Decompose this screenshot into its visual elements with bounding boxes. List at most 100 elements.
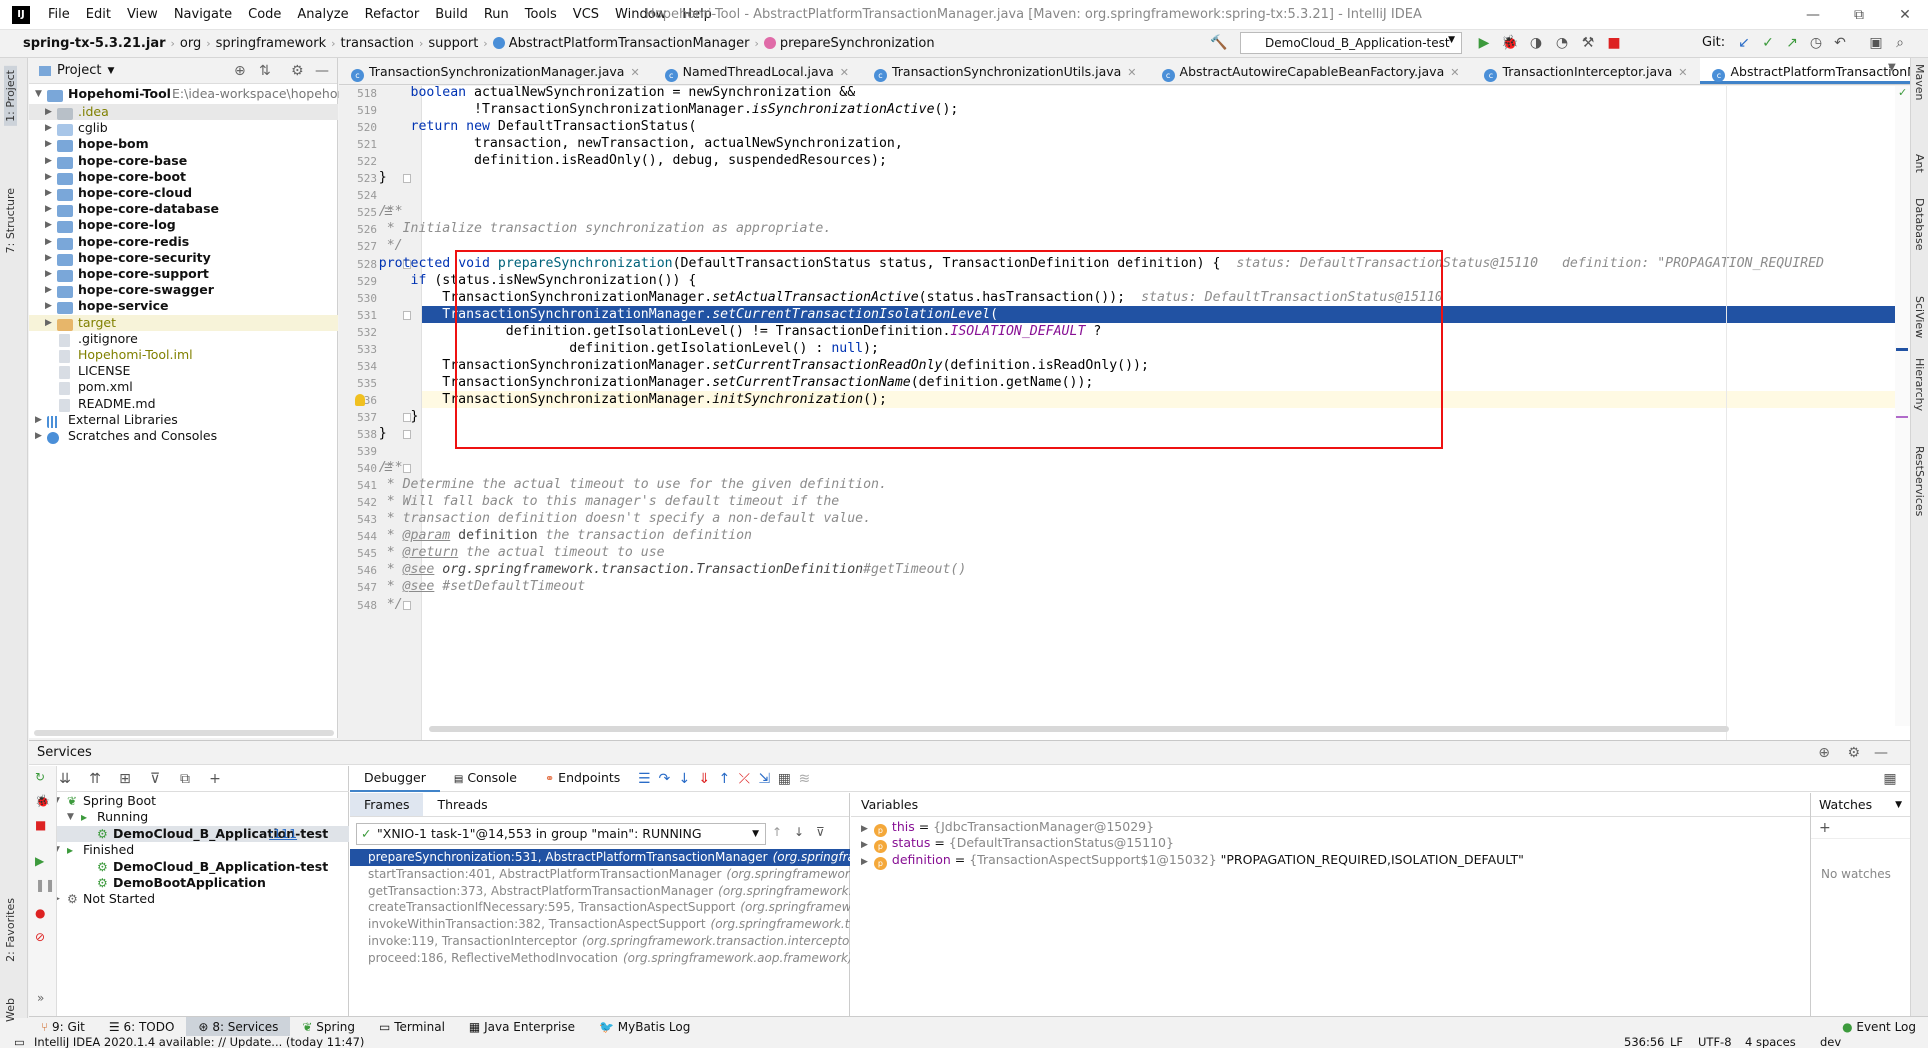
menu-edit[interactable]: Edit [78,0,119,30]
code-line[interactable]: definition.isReadOnly(), debug, suspende… [347,152,887,169]
profile-icon[interactable]: ◔ [1552,33,1572,53]
menu-file[interactable]: File [40,0,78,30]
horizontal-scrollbar[interactable] [34,730,334,736]
tree-item-idea[interactable]: ▶ .idea [29,104,338,120]
tab-threads[interactable]: Threads [423,793,501,816]
menu-refactor[interactable]: Refactor [357,0,428,30]
scratches-and-consoles[interactable]: ▶ Scratches and Consoles [29,428,338,444]
rerun-icon[interactable]: ↻ [35,770,45,784]
caret-position[interactable]: 536:56 [1624,1036,1664,1048]
run-configuration-select[interactable]: DemoCloud_B_Application-test ▼ [1240,32,1462,54]
service-finished[interactable]: ▼▸Finished [29,842,349,858]
filter-icon[interactable]: ⊽ [145,769,165,789]
ant-tool-tab[interactable]: Ant [1913,154,1926,173]
event-log-tab[interactable]: ● Event Log [1830,1017,1928,1037]
breadcrumb-support[interactable]: support [423,36,483,51]
code-line[interactable]: * Initialize transaction synchronization… [347,220,832,237]
code-line[interactable]: */ */ [347,237,403,254]
code-line[interactable]: * @return the actual timeout to use * @r… [347,544,665,561]
tool-tab-services[interactable]: ⊛ 8: Services [186,1016,291,1037]
code-line[interactable]: !TransactionSynchronizationManager.isSyn… [347,101,958,118]
menu-tools[interactable]: Tools [517,0,565,30]
resume-icon[interactable]: ▶ [35,854,44,868]
editor-horizontal-scrollbar[interactable] [339,726,1739,734]
add-watch-icon[interactable]: + [1811,817,1910,839]
tab-debugger[interactable]: Debugger [350,766,440,792]
chevron-right-icon[interactable]: ▶ [45,315,57,331]
tab-endpoints[interactable]: ⚭ Endpoints [531,765,634,792]
expand-all-icon[interactable]: ⇊ [55,769,75,789]
previous-frame-icon[interactable]: ↑ [772,825,782,839]
show-execution-point-icon[interactable]: ☰ [634,769,654,789]
tree-item-gitignore[interactable]: .gitignore [29,331,338,347]
chevron-right-icon[interactable]: ▶ [45,282,57,298]
fold-marker-icon[interactable] [403,430,411,439]
debug-icon[interactable]: 🐞 [1500,33,1520,53]
stack-frame[interactable]: createTransactionIfNecessary:595, Transa… [350,899,850,916]
tree-item-hope-service[interactable]: ▶ hope-service [29,298,338,315]
code-line[interactable]: * Will fall back to this manager's defau… [347,493,840,510]
service-democloud-b-application-test[interactable]: ⚙ DemoCloud_B_Application-test [29,859,349,875]
chevron-down-icon[interactable]: ▼ [35,86,47,102]
mute-breakpoints-icon[interactable]: ⊘ [35,930,45,944]
filter-icon[interactable]: ⊽ [816,825,825,839]
gear-icon[interactable]: ⚙ [291,63,304,79]
variable-status[interactable]: ▶ p status = {DefaultTransactionStatus@151… [861,835,1174,854]
code-line[interactable]: } } [347,169,387,186]
stack-frame[interactable]: startTransaction:401, AbstractPlatformTr… [350,866,850,883]
editor-tab-transactioninterceptor[interactable]: c TransactionInterceptor.java ✕ [1472,58,1700,84]
tool-tab-mybatis-log[interactable]: 🐦 MyBatis Log [587,1017,702,1037]
force-step-into-icon[interactable]: ⇓ [694,769,714,789]
tool-tab-java-enterprise[interactable]: ▦ Java Enterprise [457,1017,587,1037]
menu-view[interactable]: View [119,0,166,30]
tree-item-hope-core-redis[interactable]: ▶ hope-core-redis [29,234,338,250]
code-line[interactable]: * Determine the actual timeout to use fo… [347,476,887,493]
code-line[interactable]: * @param definition the transaction defi… [347,527,752,544]
code-line[interactable]: transaction, newTransaction, actualNewSy… [347,135,903,152]
tree-item-hope-core-base[interactable]: ▶ hope-core-base [29,153,338,169]
group-by-icon[interactable]: ⊞ [115,769,135,789]
chevron-right-icon[interactable]: ▶ [45,185,57,201]
chevron-right-icon[interactable]: ▶ [45,153,57,169]
tree-item-hope-core-security[interactable]: ▶ hope-core-security [29,250,338,266]
fold-marker-icon[interactable] [403,464,411,474]
run-icon[interactable]: ▶ [1474,33,1494,53]
tool-tab-todo[interactable]: ☰ 6: TODO [97,1017,187,1037]
stack-frame[interactable]: prepareSynchronization:531, AbstractPlat… [350,849,850,866]
code-line[interactable]: /** /** [347,203,403,220]
hierarchy-tool-tab[interactable]: Hierarchy [1913,358,1926,411]
external-libraries[interactable]: ▶ External Libraries [29,412,338,428]
view-breakpoints-icon[interactable]: ● [35,906,45,920]
tree-item-license[interactable]: LICENSE [29,363,338,380]
editor-tab-transactionsynchronizationutils[interactable]: c TransactionSynchronizationUtils.java ✕ [862,58,1150,84]
indent-setting[interactable]: 4 spaces [1745,1036,1796,1048]
stack-frame[interactable]: proceed:186, ReflectiveMethodInvocation (… [350,950,850,967]
close-icon[interactable]: ✕ [840,66,849,79]
chevron-right-icon[interactable]: ▶ [45,217,57,233]
step-into-icon[interactable]: ↓ [674,769,694,789]
code-line[interactable]: /** /** [347,459,403,476]
more-icon[interactable]: » [37,991,44,1005]
code-line[interactable]: */ */ [347,596,403,613]
chevron-right-icon[interactable]: ▶ [45,169,57,185]
tab-console[interactable]: ▤ Console [440,765,531,793]
chevron-right-icon[interactable]: ▶ [861,840,868,850]
breadcrumb-method[interactable]: prepareSynchronization [759,36,940,51]
tree-item-hope-bom[interactable]: ▶ hope-bom [29,136,338,153]
drop-frame-icon[interactable]: ⤫ [734,769,754,789]
editor-tab-abstractplatformtransactionmanager[interactable]: c AbstractPlatformTransactionManager.java… [1700,58,1910,84]
code-line[interactable]: boolean actualNewSynchronization = newSy… [347,86,856,101]
chevron-right-icon[interactable]: ▶ [45,136,57,152]
history-icon[interactable]: ◷ [1806,33,1826,53]
build-hammer-icon[interactable]: 🔨 [1210,35,1227,51]
collapse-all-icon[interactable]: ⇅ [259,63,271,79]
tree-item-hope-core-swagger[interactable]: ▶ hope-core-swagger [29,282,338,299]
maven-tool-tab[interactable]: Maven [1913,64,1926,100]
restservices-tool-tab[interactable]: RestServices [1913,446,1926,516]
thread-selector[interactable]: ✓ "XNIO-1 task-1"@14,553 in group "main"… [356,823,766,845]
code-line[interactable]: * transaction definition doesn't specify… [347,510,871,527]
close-button[interactable]: ✕ [1882,0,1928,30]
breadcrumb-class[interactable]: AbstractPlatformTransactionManager [488,36,755,51]
stack-frame[interactable]: invoke:119, TransactionInterceptor (org.s… [350,933,850,950]
editor-tab-namedthreadlocal[interactable]: c NamedThreadLocal.java ✕ [653,58,862,84]
